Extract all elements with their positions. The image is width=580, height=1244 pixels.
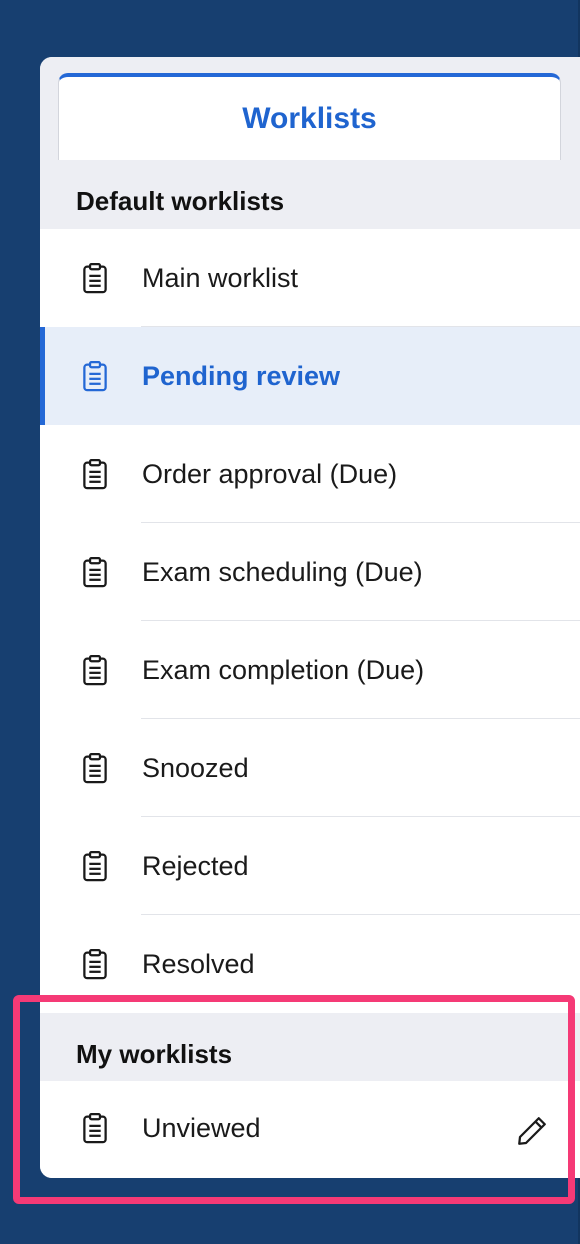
worklist-item-exam-completion[interactable]: Exam completion (Due) <box>40 621 580 719</box>
worklist-item-label: Unviewed <box>142 1113 261 1143</box>
worklists-panel: Worklists Default worklists Main worklis… <box>40 57 580 1178</box>
tab-bar: Worklists <box>40 57 580 161</box>
worklist-item-label: Resolved <box>142 949 255 979</box>
worklist-item-resolved[interactable]: Resolved <box>40 915 580 1013</box>
worklist-item-label: Exam scheduling (Due) <box>142 557 423 587</box>
worklist-item-label: Snoozed <box>142 753 249 783</box>
worklist-item-label: Pending review <box>142 361 341 391</box>
pencil-icon[interactable] <box>514 1113 550 1149</box>
clipboard-icon <box>83 360 107 392</box>
worklist-item-label: Main worklist <box>142 263 299 293</box>
clipboard-icon <box>83 556 107 588</box>
worklist-item-main[interactable]: Main worklist <box>40 229 580 327</box>
section-title: My worklists <box>76 1039 233 1069</box>
worklist-item-label: Rejected <box>142 851 249 881</box>
clipboard-icon <box>83 262 107 294</box>
clipboard-icon <box>83 1112 107 1144</box>
clipboard-icon <box>83 654 107 686</box>
clipboard-icon <box>83 850 107 882</box>
clipboard-icon <box>83 458 107 490</box>
worklist-item-label: Exam completion (Due) <box>142 655 425 685</box>
clipboard-icon <box>83 752 107 784</box>
worklist-item-unviewed[interactable]: Unviewed <box>40 1081 580 1178</box>
active-indicator <box>40 327 45 425</box>
tab-worklists[interactable]: Worklists <box>58 73 561 160</box>
worklist-item-rejected[interactable]: Rejected <box>40 817 580 915</box>
worklist-item-snoozed[interactable]: Snoozed <box>40 719 580 817</box>
worklist-item-pending-review[interactable]: Pending review <box>40 327 580 425</box>
section-header-mine: My worklists <box>40 1013 580 1081</box>
clipboard-icon <box>83 948 107 980</box>
worklist-item-label: Order approval (Due) <box>142 459 398 489</box>
worklist-item-exam-scheduling[interactable]: Exam scheduling (Due) <box>40 523 580 621</box>
section-header-default: Default worklists <box>40 160 580 229</box>
section-title: Default worklists <box>76 186 285 216</box>
worklist-item-order-approval[interactable]: Order approval (Due) <box>40 425 580 523</box>
